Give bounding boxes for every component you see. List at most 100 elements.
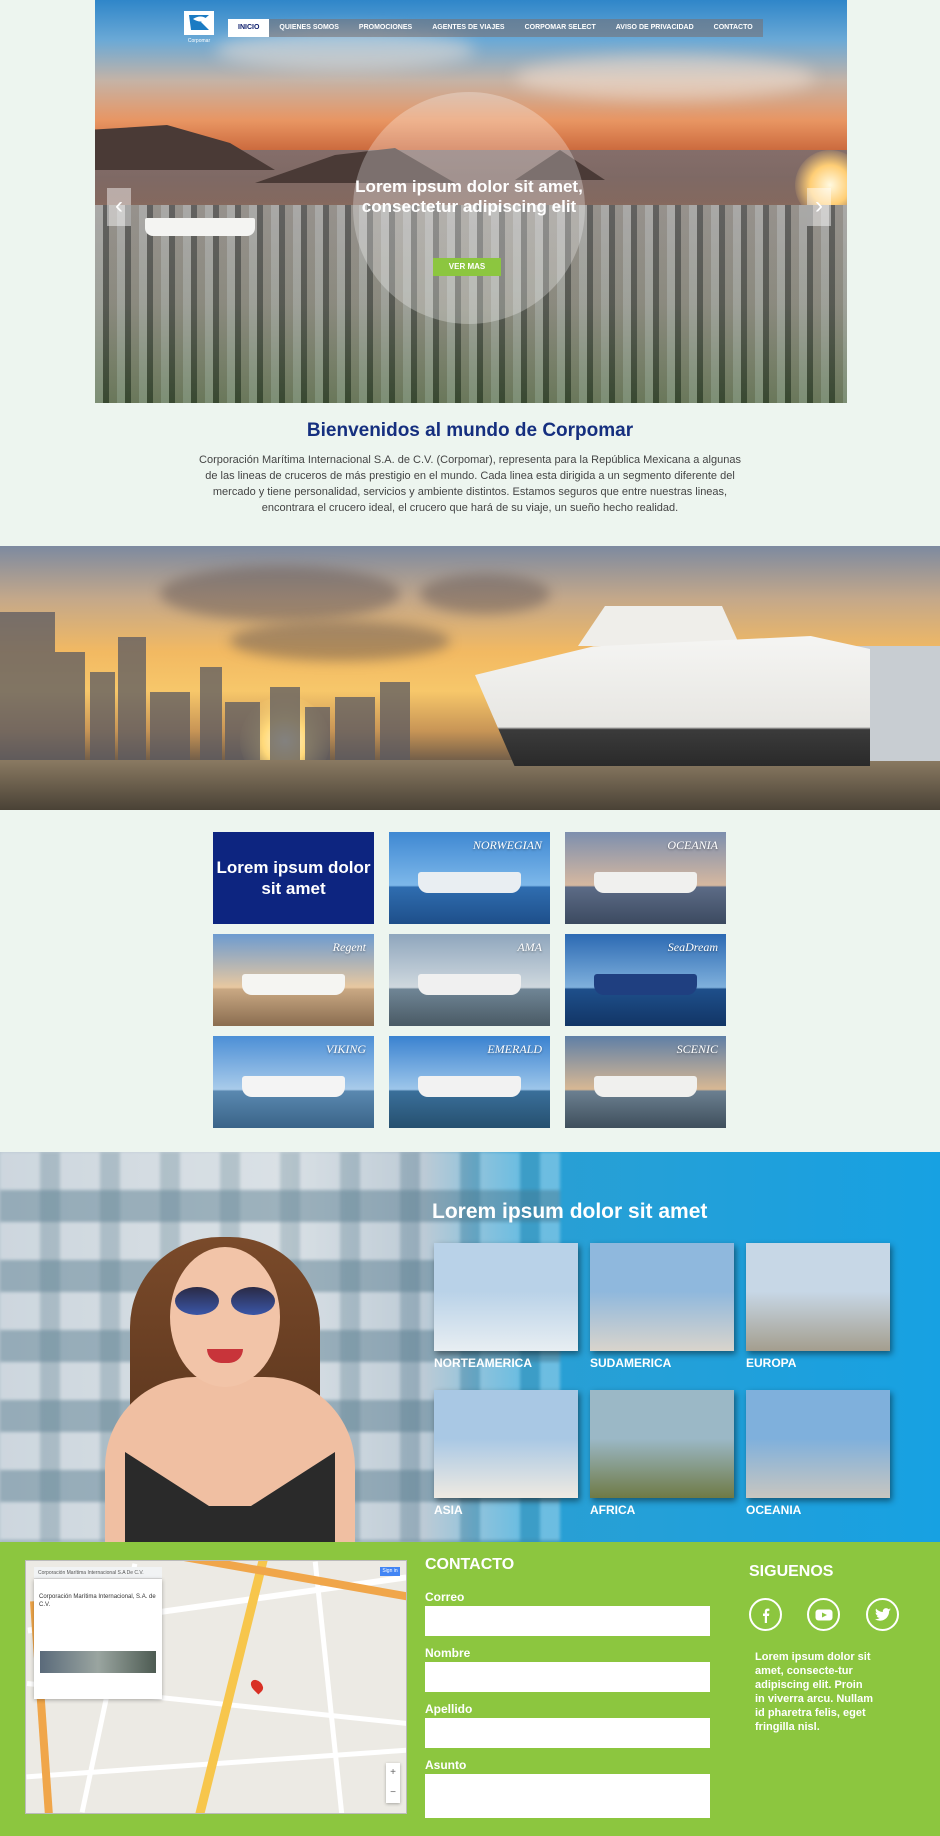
destinations-title: Lorem ipsum dolor sit amet <box>432 1200 708 1223</box>
twitter-icon <box>874 1607 891 1621</box>
cruise-line-tile[interactable]: SCENIC <box>565 1036 726 1128</box>
banner-cloud <box>420 574 550 614</box>
facebook-icon <box>762 1608 769 1623</box>
nav-item-corpomar-select[interactable]: CORPOMAR SELECT <box>515 19 606 37</box>
destination-label: OCEANIA <box>746 1503 802 1517</box>
map-zoom-control[interactable]: + − <box>386 1763 400 1803</box>
hero-cruise-ship <box>145 218 255 236</box>
cruise-line-tile[interactable]: OCEANIA <box>565 832 726 924</box>
skyline-building <box>200 667 222 762</box>
map-place-name: Corporación Marítima Internacional, S.A.… <box>39 1594 156 1608</box>
slider-prev-button[interactable]: ‹ <box>107 188 131 226</box>
banner-cloud <box>160 566 400 621</box>
destination-photo <box>590 1243 734 1351</box>
skyline-building <box>225 702 260 762</box>
destination-photo <box>434 1390 578 1498</box>
ship-image <box>593 872 697 893</box>
follow-title: SIGUENOS <box>749 1563 834 1580</box>
skyline-building <box>150 692 190 762</box>
youtube-icon <box>815 1609 832 1620</box>
cruise-line-tile[interactable]: AMA <box>389 934 550 1026</box>
destination-europa[interactable]: EUROPA <box>746 1243 890 1390</box>
destination-label: ASIA <box>434 1503 463 1517</box>
youtube-button[interactable] <box>807 1598 840 1631</box>
nav-item-agentes-de-viajes[interactable]: AGENTES DE VIAJES <box>422 19 514 37</box>
sunglasses-icon <box>175 1287 275 1315</box>
chevron-right-icon: › <box>815 192 823 219</box>
skyline-building <box>380 682 410 762</box>
ship-image <box>593 1076 697 1097</box>
map-place-photo <box>40 1651 156 1673</box>
cruise-highlight-tile[interactable]: Lorem ipsum dolor sit amet <box>213 832 374 924</box>
skyline-building <box>55 652 85 762</box>
banner-water <box>0 760 940 810</box>
footer-description: Lorem ipsum dolor sit amet, consecte-tur… <box>755 1651 873 1733</box>
cruise-line-tile[interactable]: EMERALD <box>389 1036 550 1128</box>
cruise-brand-logo: AMA <box>517 940 542 954</box>
field-input-apellido[interactable] <box>425 1718 710 1748</box>
destination-oceania[interactable]: OCEANIA <box>746 1390 890 1537</box>
destination-africa[interactable]: AFRICA <box>590 1390 734 1537</box>
skyline-building <box>90 672 115 762</box>
map-search-box[interactable]: Corporación Marítima Internacional S.A D… <box>34 1567 162 1579</box>
destination-photo <box>434 1243 578 1351</box>
nav-item-aviso-de-privacidad[interactable]: AVISO DE PRIVACIDAD <box>606 19 704 37</box>
skyline-building <box>0 612 55 762</box>
cruise-brand-logo: VIKING <box>326 1042 366 1056</box>
corpomar-logo[interactable]: Corpomar <box>183 10 215 44</box>
hero-mountain <box>95 125 275 170</box>
field-input-correo[interactable] <box>425 1606 710 1636</box>
skyline-building <box>118 637 146 762</box>
destination-norteamerica[interactable]: NORTEAMERICA <box>434 1243 578 1390</box>
field-label-apellido: Apellido <box>425 1702 473 1716</box>
cruise-brand-logo: SeaDream <box>667 940 718 954</box>
skyline-building <box>270 687 300 762</box>
destination-label: AFRICA <box>590 1503 636 1517</box>
banner-cloud <box>230 621 450 661</box>
cruise-brand-logo: EMERALD <box>487 1042 542 1056</box>
ship-image <box>241 974 345 995</box>
slider-next-button[interactable]: › <box>807 188 831 226</box>
field-input-nombre[interactable] <box>425 1662 710 1692</box>
cruise-line-tile[interactable]: Regent <box>213 934 374 1026</box>
nav-item-promociones[interactable]: PROMOCIONES <box>349 19 422 37</box>
destination-asia[interactable]: ASIA <box>434 1390 578 1537</box>
destinations-grid: NORTEAMERICA SUDAMERICA EUROPA ASIA AFRICA OC… <box>434 1243 890 1537</box>
cruise-brand-logo: OCEANIA <box>667 838 718 852</box>
nav-item-contacto[interactable]: CONTACTO <box>704 19 763 37</box>
cruise-ship-banner <box>0 546 940 810</box>
map-place-card: Corporación Marítima Internacional, S.A.… <box>34 1579 162 1699</box>
cruise-line-tile[interactable]: VIKING <box>213 1036 374 1128</box>
nav-item-inicio[interactable]: INICIO <box>228 19 270 37</box>
ship-image <box>417 872 521 893</box>
skyline-building <box>335 697 375 762</box>
nav-item-quienes-somos[interactable]: QUIENES SOMOS <box>269 19 349 37</box>
field-input-asunto[interactable] <box>425 1774 710 1818</box>
cruise-brand-logo: SCENIC <box>676 1042 718 1056</box>
destination-sudamerica[interactable]: SUDAMERICA <box>590 1243 734 1390</box>
destination-label: NORTEAMERICA <box>434 1356 532 1370</box>
skyline-building <box>305 707 330 762</box>
welcome-text: Corporación Marítima Internacional S.A. … <box>199 454 741 514</box>
ship-image <box>241 1076 345 1097</box>
map-pin-icon <box>248 1677 266 1695</box>
chevron-left-icon: ‹ <box>115 192 123 219</box>
field-label-correo: Correo <box>425 1590 465 1604</box>
woman-photo <box>75 1207 385 1542</box>
cruise-line-tile[interactable]: NORWEGIAN <box>389 832 550 924</box>
destination-photo <box>746 1243 890 1351</box>
svg-text:Corpomar: Corpomar <box>188 38 211 44</box>
cruise-lines-grid: Lorem ipsum dolor sit amet NORWEGIAN OCEA… <box>213 832 728 1128</box>
field-label-nombre: Nombre <box>425 1646 471 1660</box>
ver-mas-button[interactable]: VER MAS <box>433 258 501 276</box>
destination-photo <box>746 1390 890 1498</box>
twitter-button[interactable] <box>866 1598 899 1631</box>
cruise-brand-logo: NORWEGIAN <box>472 838 542 852</box>
destination-label: SUDAMERICA <box>590 1356 672 1370</box>
facebook-button[interactable] <box>749 1598 782 1631</box>
location-map[interactable]: Corporación Marítima Internacional S.A D… <box>25 1560 407 1814</box>
destination-label: EUROPA <box>746 1356 797 1370</box>
map-sign-in-button[interactable]: Sign in <box>380 1567 400 1576</box>
cruise-brand-logo: Regent <box>332 940 366 954</box>
cruise-line-tile[interactable]: SeaDream <box>565 934 726 1026</box>
